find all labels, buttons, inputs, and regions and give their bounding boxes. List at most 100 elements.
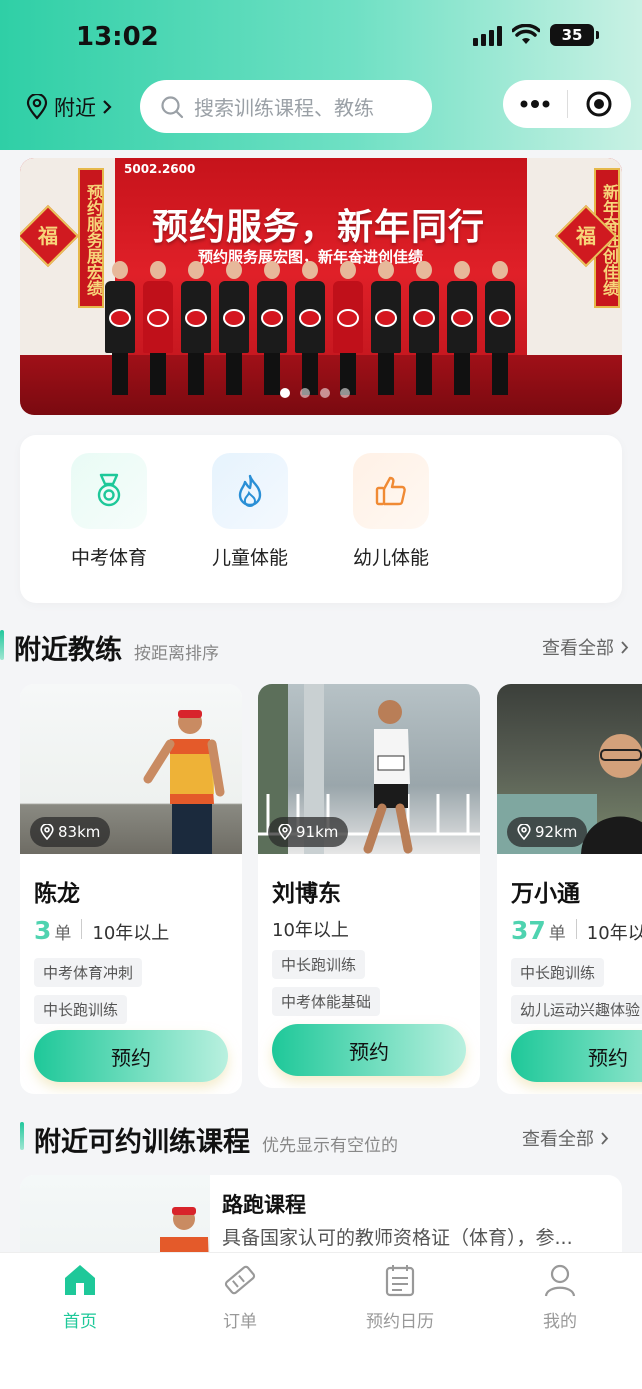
book-coach-button[interactable]: 预约: [272, 1024, 466, 1076]
distance-badge: 92km: [507, 817, 588, 847]
category-label: 儿童体能: [211, 547, 288, 569]
book-coach-button[interactable]: 预约: [34, 1030, 228, 1082]
location-pin-icon: [278, 824, 292, 840]
course-title: 路跑课程: [222, 1193, 306, 1217]
section-subtitle: 优先显示有空位的: [262, 1136, 398, 1156]
mini-program-capsule: [503, 80, 631, 128]
tab-booking-calendar[interactable]: 预约日历: [320, 1253, 480, 1389]
coaches-see-all-link[interactable]: 查看全部: [542, 634, 629, 660]
coach-name: 万小通: [511, 881, 580, 907]
coach-card-list[interactable]: 83km 陈龙 3 单 10年以上 中考体育冲刺 中长跑训练 预约 91km 刘…: [0, 684, 642, 1094]
banner-title: 预约服务，新年同行: [152, 207, 486, 248]
location-pin-icon: [26, 94, 48, 120]
order-unit: 单: [54, 924, 72, 944]
book-coach-button[interactable]: 预约: [511, 1030, 642, 1082]
ticket-icon: [224, 1265, 256, 1295]
coach-experience: 10年以上: [92, 923, 170, 944]
coach-tag: 中考体育冲刺: [34, 958, 143, 987]
coach-tag: 中长跑训练: [511, 958, 605, 987]
banner-logo: 5002.2600: [124, 162, 196, 176]
pagination-dot[interactable]: [340, 388, 350, 398]
location-pin-icon: [517, 824, 531, 840]
location-pin-icon: [40, 824, 54, 840]
coach-tag: 幼儿运动兴趣体验: [511, 995, 642, 1024]
stats-divider: [575, 919, 577, 939]
promo-banner[interactable]: 预约服务展宏绩 新年奋进创佳绩 福 福 5002.2600 预约服务，新年同行 …: [20, 158, 622, 415]
coach-tag: 中长跑训练: [272, 950, 366, 979]
see-all-label: 查看全部: [542, 638, 614, 659]
stats-divider: [81, 919, 83, 939]
coach-tag: 中考体能基础: [272, 987, 381, 1016]
tab-profile[interactable]: 我的: [480, 1253, 640, 1389]
bottom-tab-bar: 首页 订单 预约日历 我的: [0, 1252, 642, 1389]
section-title: 附近可约训练课程: [34, 1127, 250, 1158]
coach-tags: 中长跑训练 幼儿运动兴趣体验: [511, 958, 642, 1024]
tab-orders[interactable]: 订单: [160, 1253, 320, 1389]
coach-tag: 中长跑训练: [34, 995, 128, 1024]
courses-see-all-link[interactable]: 查看全部: [522, 1125, 609, 1151]
coaches-section-title: 附近教练 按距离排序: [14, 628, 219, 667]
coach-card[interactable]: 92km 万小通 37 单 10年以上 中长跑训练 幼儿运动兴趣体验 预约: [497, 684, 642, 1094]
category-zhongkao-sports[interactable]: 中考体育: [54, 453, 164, 570]
status-time: 13:02: [76, 22, 159, 52]
coach-tags: 中考体育冲刺 中长跑训练: [34, 958, 143, 1024]
signal-icon: [473, 24, 502, 46]
coach-experience: 10年以上: [586, 923, 642, 944]
search-placeholder: 搜索训练课程、教练: [194, 96, 374, 120]
chevron-right-icon: [601, 1131, 609, 1145]
target-circle-icon: [586, 91, 612, 117]
section-title: 附近教练: [14, 635, 122, 666]
category-toddler-fitness[interactable]: 幼儿体能: [336, 453, 446, 570]
tab-label: 订单: [223, 1312, 257, 1332]
coach-card[interactable]: 91km 刘博东 10年以上 中长跑训练 中考体能基础 预约: [258, 684, 480, 1088]
calendar-icon: [385, 1265, 415, 1297]
medal-icon: [71, 453, 147, 529]
pagination-dot[interactable]: [300, 388, 310, 398]
status-icons: 35: [473, 24, 599, 46]
home-icon: [65, 1265, 95, 1295]
chevron-right-icon: [103, 100, 112, 114]
location-label: 附近: [54, 96, 96, 120]
coach-stats: 37 单 10年以上: [511, 916, 642, 945]
user-icon: [544, 1264, 576, 1297]
tab-label: 首页: [63, 1312, 97, 1332]
banner-staff-group: [104, 261, 516, 395]
close-mini-program-button[interactable]: [568, 80, 632, 128]
wifi-icon: [512, 24, 540, 44]
distance-badge: 91km: [268, 817, 349, 847]
distance-badge: 83km: [30, 817, 111, 847]
banner-couplet-left: 预约服务展宏绩: [78, 168, 104, 308]
search-input[interactable]: 搜索训练课程、教练: [140, 80, 432, 133]
see-all-label: 查看全部: [522, 1129, 594, 1150]
coach-name: 陈龙: [34, 881, 80, 907]
location-selector[interactable]: 附近: [26, 92, 112, 122]
course-description: 具备国家认可的教师资格证（体育），参...: [222, 1227, 573, 1249]
coach-name: 刘博东: [272, 881, 341, 907]
coach-card[interactable]: 83km 陈龙 3 单 10年以上 中考体育冲刺 中长跑训练 预约: [20, 684, 242, 1094]
tab-label: 我的: [543, 1312, 577, 1332]
coach-experience: 10年以上: [272, 920, 349, 941]
coach-photo: 92km: [497, 684, 642, 854]
pagination-dot[interactable]: [320, 388, 330, 398]
thumbs-up-icon: [353, 453, 429, 529]
pagination-dot[interactable]: [280, 388, 290, 398]
coach-stats: 3 单 10年以上: [34, 916, 169, 945]
top-header: 13:02 35 附近 搜索训练课程、教练: [0, 0, 642, 150]
flame-icon: [212, 453, 288, 529]
coach-stats: 10年以上: [272, 916, 349, 942]
category-label: 幼儿体能: [352, 547, 429, 569]
chevron-right-icon: [621, 640, 629, 654]
section-accent-bar: [0, 630, 4, 660]
courses-section-title: 附近可约训练课程 优先显示有空位的: [34, 1120, 398, 1159]
category-panel: 中考体育 儿童体能 幼儿体能: [20, 435, 622, 603]
more-button[interactable]: [503, 80, 567, 128]
more-dots-icon: [520, 100, 550, 108]
category-kids-fitness[interactable]: 儿童体能: [195, 453, 305, 570]
category-label: 中考体育: [70, 547, 147, 569]
section-subtitle: 按距离排序: [134, 644, 219, 664]
search-icon: [161, 95, 184, 118]
tab-home[interactable]: 首页: [0, 1253, 160, 1389]
order-count: 37: [511, 916, 546, 945]
coach-tags: 中长跑训练 中考体能基础: [272, 950, 381, 1016]
section-accent-bar: [20, 1122, 24, 1150]
